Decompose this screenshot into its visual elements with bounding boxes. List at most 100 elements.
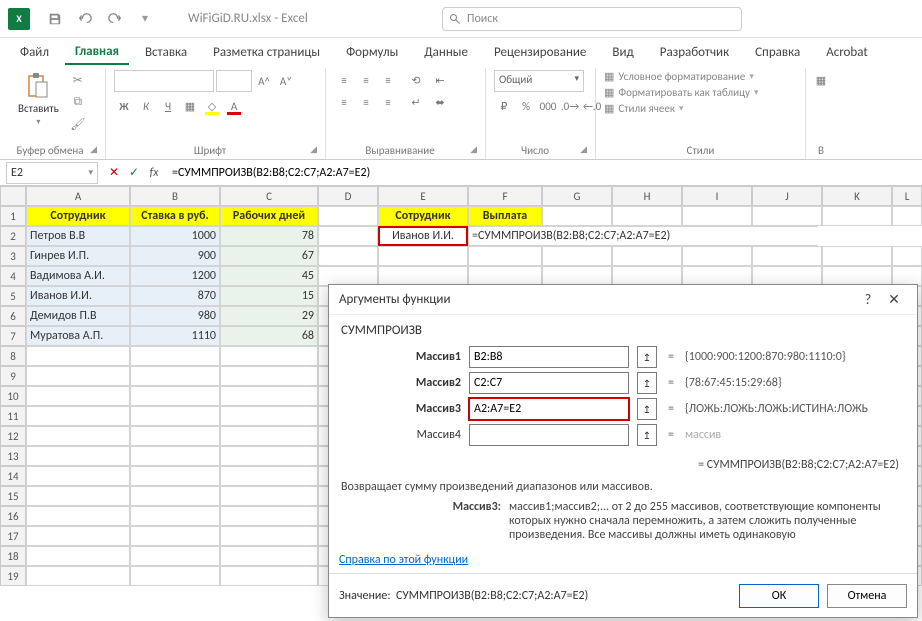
cell[interactable] — [318, 226, 378, 246]
row-header[interactable]: 13 — [0, 446, 26, 466]
tab-insert[interactable]: Вставка — [135, 41, 197, 64]
col-header[interactable]: C — [220, 186, 318, 206]
tab-page-layout[interactable]: Разметка страницы — [203, 41, 330, 64]
align-bottom-icon[interactable]: ≡ — [378, 70, 398, 90]
align-top-icon[interactable]: ≡ — [334, 70, 354, 90]
cell[interactable]: 900 — [130, 246, 220, 266]
cell[interactable] — [468, 266, 542, 286]
format-painter-icon[interactable]: 🖌 — [67, 114, 89, 134]
formula-input[interactable] — [166, 162, 922, 184]
inc-decimal-icon[interactable]: .0→ — [560, 96, 580, 116]
cell[interactable] — [26, 526, 130, 546]
cell[interactable] — [26, 446, 130, 466]
cell[interactable] — [130, 446, 220, 466]
italic-button[interactable]: К — [136, 96, 156, 116]
ok-button[interactable]: ОК — [739, 584, 819, 608]
orientation-icon[interactable]: ⟲ — [406, 70, 426, 90]
cell[interactable]: 1000 — [130, 226, 220, 246]
undo-icon[interactable] — [72, 6, 98, 32]
row-header[interactable]: 10 — [0, 386, 26, 406]
cell[interactable] — [220, 406, 318, 426]
tab-acrobat[interactable]: Acrobat — [816, 41, 878, 64]
cell[interactable] — [752, 206, 822, 226]
cell[interactable] — [26, 366, 130, 386]
select-all-corner[interactable] — [0, 186, 26, 206]
cell[interactable]: 68 — [220, 326, 318, 346]
format-as-table-button[interactable]: ▦ Форматировать как таблицу ▾ — [604, 86, 758, 99]
font-launcher-icon[interactable]: ◢ — [306, 144, 317, 155]
cell[interactable]: 980 — [130, 306, 220, 326]
row-header[interactable]: 18 — [0, 546, 26, 566]
cell[interactable] — [542, 206, 612, 226]
cell[interactable]: Рабочих дней — [220, 206, 318, 226]
cell[interactable] — [822, 246, 892, 266]
cell[interactable] — [26, 566, 130, 586]
fill-color-icon[interactable]: ◇ — [202, 96, 222, 116]
col-header[interactable]: K — [822, 186, 892, 206]
cell[interactable] — [130, 346, 220, 366]
cell[interactable]: Гинрев И.П. — [26, 246, 130, 266]
col-header[interactable]: J — [752, 186, 822, 206]
clipboard-launcher-icon[interactable]: ◢ — [86, 144, 97, 155]
cell[interactable]: Сотрудник — [378, 206, 468, 226]
row-header[interactable]: 1 — [0, 206, 26, 226]
qat-dropdown-icon[interactable]: ▾ — [132, 6, 158, 32]
row-header[interactable]: 3 — [0, 246, 26, 266]
col-header[interactable]: I — [682, 186, 752, 206]
range-picker-icon[interactable]: ↥ — [637, 424, 657, 446]
range-picker-icon[interactable]: ↥ — [637, 398, 657, 420]
col-header[interactable]: F — [468, 186, 542, 206]
tab-file[interactable]: Файл — [10, 41, 59, 64]
underline-button[interactable]: Ч — [158, 96, 178, 116]
cell[interactable] — [318, 246, 378, 266]
cell[interactable] — [892, 246, 922, 266]
col-header[interactable]: L — [892, 186, 922, 206]
dialog-titlebar[interactable]: Аргументы функции ? ✕ — [329, 285, 917, 315]
cell[interactable] — [130, 566, 220, 586]
comma-icon[interactable]: 000 — [538, 96, 558, 116]
cell[interactable] — [220, 526, 318, 546]
cell[interactable] — [26, 346, 130, 366]
row-header[interactable]: 8 — [0, 346, 26, 366]
cell[interactable] — [542, 246, 612, 266]
cell[interactable] — [26, 386, 130, 406]
cell[interactable] — [220, 386, 318, 406]
formula-cancel-icon[interactable]: ✕ — [104, 163, 124, 183]
cell[interactable]: Петров В.В — [26, 226, 130, 246]
cell[interactable] — [752, 246, 822, 266]
currency-icon[interactable]: ₽ — [494, 96, 514, 116]
row-header[interactable]: 5 — [0, 286, 26, 306]
cell[interactable] — [26, 406, 130, 426]
bold-button[interactable]: Ж — [114, 96, 134, 116]
dialog-close-icon[interactable]: ✕ — [881, 287, 907, 313]
row-header[interactable]: 4 — [0, 266, 26, 286]
arg4-input[interactable] — [469, 424, 629, 446]
cell[interactable] — [26, 426, 130, 446]
align-left-icon[interactable]: ≡ — [334, 92, 354, 112]
cell[interactable] — [612, 246, 682, 266]
align-right-icon[interactable]: ≡ — [378, 92, 398, 112]
cell[interactable] — [220, 366, 318, 386]
cell[interactable] — [822, 206, 892, 226]
col-header[interactable]: G — [542, 186, 612, 206]
cell[interactable]: 1110 — [130, 326, 220, 346]
cell[interactable] — [220, 566, 318, 586]
cell-e2[interactable]: Иванов И.И. — [378, 226, 468, 246]
cell[interactable] — [130, 406, 220, 426]
col-header[interactable]: H — [612, 186, 682, 206]
row-header[interactable]: 2 — [0, 226, 26, 246]
cancel-button[interactable]: Отмена — [827, 584, 907, 608]
dialog-help-icon[interactable]: ? — [855, 287, 881, 313]
arg2-input[interactable] — [469, 372, 629, 394]
row-header[interactable]: 16 — [0, 506, 26, 526]
cell[interactable] — [892, 266, 922, 286]
cell[interactable] — [822, 266, 892, 286]
search-box[interactable]: Поиск — [442, 7, 742, 31]
cell[interactable]: Выплата — [468, 206, 542, 226]
cell[interactable] — [220, 446, 318, 466]
cut-icon[interactable]: ✂ — [67, 70, 89, 90]
tab-help[interactable]: Справка — [745, 41, 810, 64]
tab-view[interactable]: Вид — [602, 41, 643, 64]
cell[interactable] — [220, 466, 318, 486]
cell[interactable] — [378, 266, 468, 286]
